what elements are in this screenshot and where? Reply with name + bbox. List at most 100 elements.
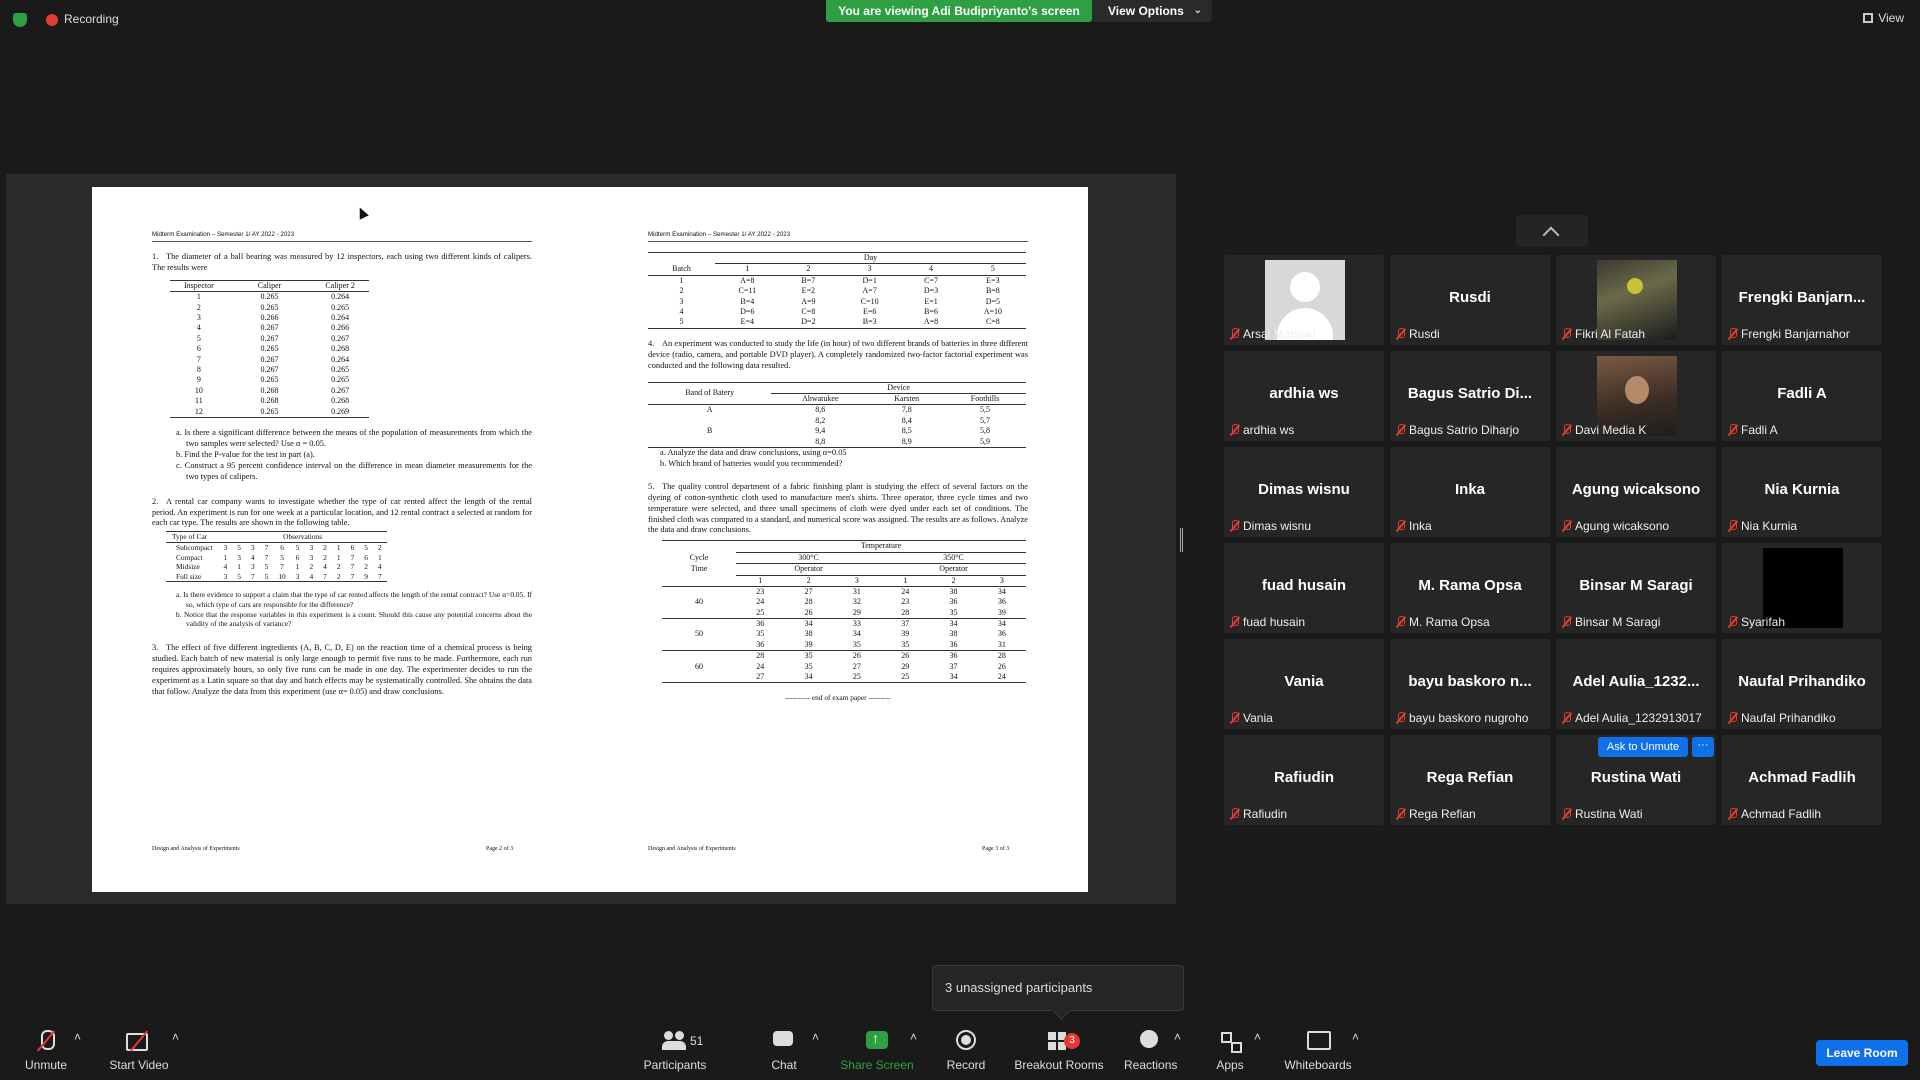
table-cell: 39 <box>901 629 910 639</box>
table-cell: 7 <box>264 542 269 552</box>
record-icon <box>955 1030 977 1052</box>
start-video-button[interactable]: Start Video <box>106 1030 172 1072</box>
leave-room-button[interactable]: Leave Room <box>1816 1040 1908 1066</box>
sub-question: b. Find the P-value for the test in part… <box>176 449 315 459</box>
table-row: Compact 1 3 4 7 5 6 3 2 1 7 6 1 <box>166 553 387 563</box>
participant-tile[interactable]: Fadli A Fadli A <box>1722 351 1882 441</box>
participant-tile[interactable]: ardhia ws ardhia ws <box>1224 351 1384 441</box>
breakout-rooms-button[interactable]: Breakout Rooms <box>1012 1030 1106 1072</box>
participant-tile[interactable]: Davi Media K <box>1556 351 1716 441</box>
table-cell: 12 <box>194 406 203 416</box>
view-options-button[interactable]: View Options ⌄ <box>1092 0 1212 22</box>
chat-button[interactable]: Chat <box>766 1030 802 1072</box>
table-cell: 0.265 <box>260 292 279 302</box>
apps-button[interactable]: Apps <box>1214 1030 1246 1072</box>
reactions-button[interactable]: Reactions <box>1124 1030 1178 1072</box>
microphone-muted-icon <box>1728 616 1737 628</box>
table-cell: 36 <box>949 639 958 649</box>
participant-tile[interactable]: Inka Inka <box>1390 447 1550 537</box>
participant-tile[interactable]: fuad husain fuad husain <box>1224 543 1384 633</box>
table-cell: 7 <box>350 562 355 572</box>
share-screen-icon <box>866 1030 888 1052</box>
participant-name-label: Agung wicaksono <box>1562 519 1669 533</box>
participant-tile[interactable]: Dimas wisnu Dimas wisnu <box>1224 447 1384 537</box>
participant-tile[interactable]: Frengki Banjarn... Frengki Banjarnahor <box>1722 255 1882 345</box>
table-cell: 9 <box>196 375 201 385</box>
participant-tile[interactable]: bayu baskoro n... bayu baskoro nugroho <box>1390 639 1550 729</box>
table-header: Time <box>690 564 708 574</box>
table-cell: 27 <box>756 672 765 682</box>
reactions-label: Reactions <box>1124 1058 1178 1072</box>
participant-tile[interactable]: Syarifah <box>1722 543 1882 633</box>
participant-name: Nia Kurnia <box>1741 519 1798 533</box>
participant-tile[interactable]: Arsal Marsuki <box>1224 255 1384 345</box>
audio-options-caret[interactable]: ˄ <box>74 1030 81 1044</box>
table-row: 9 0.265 0.265 <box>170 375 369 385</box>
chat-options-caret[interactable]: ˄ <box>812 1030 819 1044</box>
more-options-button[interactable]: ··· <box>1692 737 1714 757</box>
exam-page-2: Midterm Examination – Semester 1/ AY 202… <box>152 231 532 703</box>
participant-name: Dimas wisnu <box>1243 519 1312 533</box>
table-cell: 26 <box>804 607 813 617</box>
end-of-exam: ---------- end of exam paper --------- <box>785 693 891 703</box>
chevron-up-icon <box>1542 226 1560 244</box>
table-cell: 8,5 <box>901 426 912 436</box>
table-cell: 0.265 <box>331 375 350 385</box>
collapse-gallery-button[interactable] <box>1516 215 1588 247</box>
table-cell: 0.264 <box>331 313 350 323</box>
share-screen-button[interactable]: Share Screen <box>840 1030 914 1072</box>
reactions-options-caret[interactable]: ˄ <box>1174 1030 1181 1044</box>
table-header: Caliper <box>257 280 282 290</box>
page-header: Midterm Examination – Semester 1/ AY 202… <box>152 231 532 243</box>
table-cell: 0.267 <box>260 333 279 343</box>
table-header: 1 <box>903 575 908 585</box>
ask-to-unmute-button[interactable]: Ask to Unmute <box>1598 737 1688 757</box>
participant-tile[interactable]: Adel Aulia_1232... Adel Aulia_1232913017 <box>1556 639 1716 729</box>
table-header: Caliper 2 <box>325 280 355 290</box>
dyeing-table: Temperature Cycle 300°C 350°C Time Operator… <box>662 540 1026 683</box>
apps-options-caret[interactable]: ˄ <box>1254 1030 1261 1044</box>
table-row: 8 0.267 0.265 <box>170 365 369 375</box>
participant-name: Syarifah <box>1741 615 1786 629</box>
participant-tile[interactable]: Bagus Satrio Di... Bagus Satrio Diharjo <box>1390 351 1550 441</box>
unmute-button[interactable]: Unmute <box>22 1030 70 1072</box>
video-options-caret[interactable]: ˄ <box>172 1030 179 1044</box>
table-cell: 7 <box>250 571 255 581</box>
table-header: Foothills <box>970 393 1000 403</box>
record-button[interactable]: Record <box>944 1030 988 1072</box>
table-cell: 23 <box>901 597 910 607</box>
participant-tile[interactable]: Rega Refian Rega Refian <box>1390 735 1550 825</box>
table-row: B 9,4 8,5 5,8 <box>648 426 1026 436</box>
whiteboards-button[interactable]: Whiteboards <box>1282 1030 1354 1072</box>
participant-tile[interactable]: Nia Kurnia Nia Kurnia <box>1722 447 1882 537</box>
table-cell: 7,8 <box>901 405 912 415</box>
table-cell: A=8 <box>923 317 939 327</box>
whiteboards-options-caret[interactable]: ˄ <box>1352 1030 1359 1044</box>
table-cell: 4 <box>196 323 201 333</box>
view-button[interactable]: View <box>1863 11 1904 25</box>
participant-tile[interactable]: Fikri Al Fatah <box>1556 255 1716 345</box>
table-cell: B=6 <box>924 307 938 317</box>
table-row: 50 36 34 33 37 34 34 <box>662 619 1026 638</box>
participant-tile[interactable]: Naufal Prihandiko Naufal Prihandiko <box>1722 639 1882 729</box>
participant-tile[interactable]: Binsar M Saragi Binsar M Saragi <box>1556 543 1716 633</box>
table-header: Inspector <box>184 280 214 290</box>
participant-tile[interactable]: Vania Vania <box>1224 639 1384 729</box>
participant-display-name: Fadli A <box>1777 385 1827 402</box>
participant-tile[interactable]: Rafiudin Rafiudin <box>1224 735 1384 825</box>
microphone-muted-icon <box>1396 424 1405 436</box>
apps-label: Apps <box>1216 1058 1244 1072</box>
panel-resize-handle[interactable] <box>1180 528 1183 552</box>
encryption-shield-icon[interactable] <box>13 13 27 27</box>
participant-tile[interactable]: M. Rama Opsa M. Rama Opsa <box>1390 543 1550 633</box>
table-cell: D=1 <box>862 275 877 285</box>
table-cell: 4 <box>309 571 314 581</box>
table-cell: 6 <box>196 344 201 354</box>
share-options-caret[interactable]: ˄ <box>910 1030 917 1044</box>
table-cell: 6 <box>350 542 355 552</box>
participant-tile[interactable]: Achmad Fadlih Achmad Fadlih <box>1722 735 1882 825</box>
table-cell: 5 <box>364 542 368 552</box>
participant-tile[interactable]: Agung wicaksono Agung wicaksono <box>1556 447 1716 537</box>
table-cell: 7 <box>377 571 382 581</box>
participant-tile[interactable]: Rusdi Rusdi <box>1390 255 1550 345</box>
